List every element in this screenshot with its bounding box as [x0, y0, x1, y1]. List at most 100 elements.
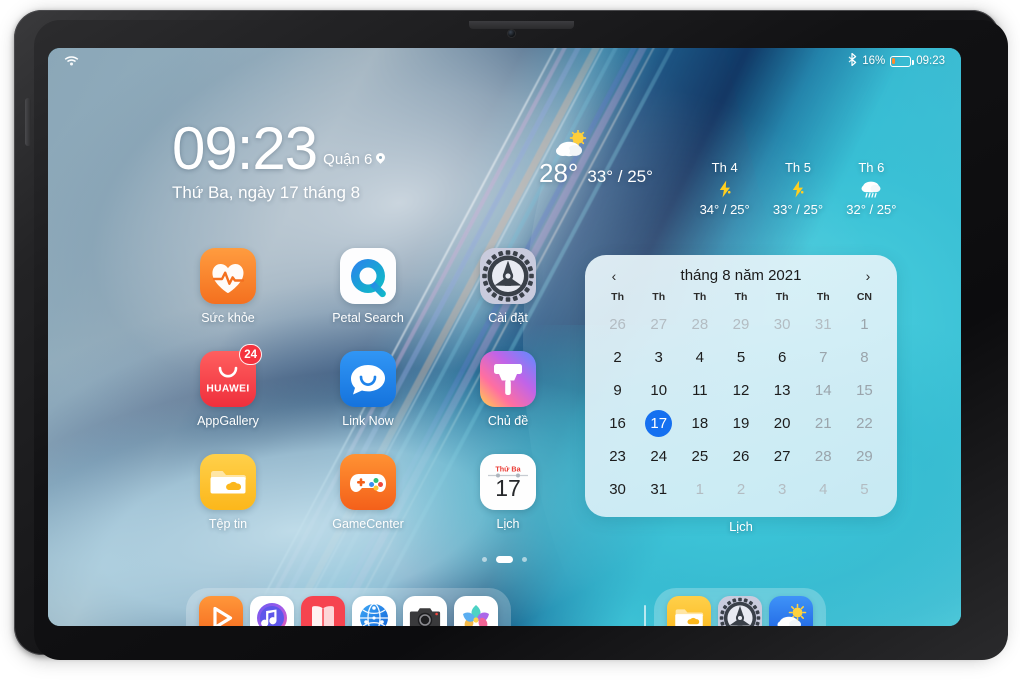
gamecenter-gamepad-icon[interactable]: [340, 454, 396, 510]
music-note-icon[interactable]: [250, 596, 294, 626]
calendar-widget[interactable]: ‹ tháng 8 năm 2021 › Th Th Th Th Th Th C…: [585, 255, 897, 517]
weather-current[interactable]: 28° 33° / 25°: [539, 129, 653, 189]
calendar-day-number: 1: [860, 315, 869, 333]
app-label: Tệp tin: [208, 517, 248, 531]
calendar-day-cell[interactable]: 8: [844, 341, 885, 373]
calendar-day-cell[interactable]: 1: [679, 473, 720, 505]
calendar-day-number: 12: [732, 381, 750, 399]
weekday-label: Th: [816, 291, 830, 303]
calendar-day-cell[interactable]: 23: [597, 440, 638, 472]
calendar-day-cell[interactable]: 26: [720, 440, 761, 472]
app-calendar-app[interactable]: Thứ Ba 17 Lịch: [438, 454, 578, 531]
calendar-day-cell[interactable]: 3: [762, 473, 803, 505]
calendar-day-cell[interactable]: 30: [762, 308, 803, 340]
app-health[interactable]: Sức khỏe: [158, 248, 298, 325]
calendar-day-cell[interactable]: 4: [679, 341, 720, 373]
calendar-day-cell[interactable]: 3: [638, 341, 679, 373]
weather-forecast[interactable]: Th 4 34° / 25° Th 5 33° / 25° Th 6 32° /…: [688, 160, 908, 217]
thunderstorm-icon: [688, 179, 761, 199]
power-button[interactable]: [25, 98, 31, 146]
globe-browser-icon[interactable]: [352, 596, 396, 626]
calendar-day-cell[interactable]: 22: [844, 407, 885, 439]
calendar-day-cell[interactable]: 7: [803, 341, 844, 373]
app-link-now[interactable]: Link Now: [298, 351, 438, 428]
thunderstorm-icon: [761, 179, 834, 199]
calendar-day-cell[interactable]: 16: [597, 407, 638, 439]
calendar-day-cell[interactable]: 1: [844, 308, 885, 340]
calendar-day-number: 24: [650, 447, 668, 465]
page-dot[interactable]: [522, 557, 527, 562]
calendar-day-cell[interactable]: 27: [638, 308, 679, 340]
appgallery-icon[interactable]: HUAWEI 24: [200, 344, 262, 407]
calendar-day-cell[interactable]: 19: [720, 407, 761, 439]
calendar-day-cell[interactable]: 27: [762, 440, 803, 472]
front-camera: [508, 30, 515, 37]
petal-search-icon[interactable]: [340, 248, 396, 304]
chevron-right-icon[interactable]: ›: [859, 269, 877, 283]
calendar-day-cell[interactable]: 20: [762, 407, 803, 439]
calendar-day-cell[interactable]: 28: [803, 440, 844, 472]
gallery-flower-icon[interactable]: [454, 596, 498, 626]
calendar-day-cell[interactable]: 25: [679, 440, 720, 472]
chevron-left-icon[interactable]: ‹: [605, 269, 623, 283]
forecast-range-label: 33° / 25°: [772, 202, 824, 217]
wifi-icon: [64, 55, 79, 69]
calendar-day-cell[interactable]: 29: [720, 308, 761, 340]
camera-icon[interactable]: [403, 596, 447, 626]
files-folder-icon[interactable]: [200, 454, 256, 510]
calendar-day-cell[interactable]: 6: [762, 341, 803, 373]
app-appgallery[interactable]: HUAWEI 24 AppGallery: [158, 344, 298, 428]
app-settings-gear[interactable]: Cài đặt: [438, 248, 578, 325]
calendar-day-cell[interactable]: 26: [597, 308, 638, 340]
calendar-day-cell[interactable]: 13: [762, 374, 803, 406]
page-dot[interactable]: [482, 557, 487, 562]
page-dot-active[interactable]: [496, 556, 513, 563]
home-app-grid: Sức khỏe Petal Search Cài đặt HUAWEI 24 AppGa…: [158, 248, 578, 557]
calendar-day-number: 20: [773, 414, 791, 432]
app-petal-search[interactable]: Petal Search: [298, 248, 438, 325]
calendar-day-cell[interactable]: 12: [720, 374, 761, 406]
files-folder-icon[interactable]: [667, 596, 711, 626]
calendar-day-cell[interactable]: 15: [844, 374, 885, 406]
weather-sun-cloud-icon[interactable]: [769, 596, 813, 626]
calendar-day-cell[interactable]: 31: [638, 473, 679, 505]
calendar-day-cell[interactable]: 18: [679, 407, 720, 439]
health-icon[interactable]: [200, 248, 256, 304]
calendar-day-number: 15: [856, 381, 873, 399]
themes-brush-icon[interactable]: [480, 351, 536, 407]
link-now-icon[interactable]: [340, 351, 396, 407]
app-row: HUAWEI 24 AppGallery Link Now Chủ đề: [158, 344, 578, 454]
calendar-day-cell[interactable]: 4: [803, 473, 844, 505]
calendar-day-cell[interactable]: 2: [720, 473, 761, 505]
calendar-day-cell[interactable]: 28: [679, 308, 720, 340]
app-row: Tệp tin GameCenter Thứ Ba 17 Lịch: [158, 454, 578, 557]
calendar-day-cell[interactable]: 2: [597, 341, 638, 373]
calendar-day-cell[interactable]: 31: [803, 308, 844, 340]
battery-percent-label: 16%: [862, 55, 886, 67]
settings-gear-icon[interactable]: [480, 248, 536, 304]
calendar-day-today[interactable]: 17: [638, 407, 679, 439]
calendar-day-cell[interactable]: 30: [597, 473, 638, 505]
calendar-day-cell[interactable]: 9: [597, 374, 638, 406]
calendar-day-cell[interactable]: 5: [844, 473, 885, 505]
page-indicator[interactable]: [48, 556, 961, 563]
app-gamecenter-gamepad[interactable]: GameCenter: [298, 454, 438, 531]
calendar-day-cell[interactable]: 5: [720, 341, 761, 373]
app-themes-brush[interactable]: Chủ đề: [438, 351, 578, 428]
calendar-day-number: 7: [819, 348, 828, 366]
calendar-app-icon[interactable]: Thứ Ba 17: [480, 454, 536, 510]
app-files-folder[interactable]: Tệp tin: [158, 454, 298, 531]
calendar-day-cell[interactable]: 10: [638, 374, 679, 406]
calendar-day-cell[interactable]: 14: [803, 374, 844, 406]
calendar-day-number: 4: [695, 348, 705, 366]
calendar-day-cell[interactable]: 29: [844, 440, 885, 472]
video-play-icon[interactable]: [199, 596, 243, 626]
settings-gear-icon[interactable]: [718, 596, 762, 626]
calendar-day-number: 21: [814, 414, 832, 432]
calendar-day-cell[interactable]: 24: [638, 440, 679, 472]
calendar-day-cell[interactable]: 11: [679, 374, 720, 406]
rain-icon: [835, 179, 908, 199]
calendar-day-cell[interactable]: 21: [803, 407, 844, 439]
clock-widget[interactable]: 09:23 Quận 6 Thứ Ba, ngày 17 tháng 8: [172, 119, 385, 203]
open-book-icon[interactable]: [301, 596, 345, 626]
